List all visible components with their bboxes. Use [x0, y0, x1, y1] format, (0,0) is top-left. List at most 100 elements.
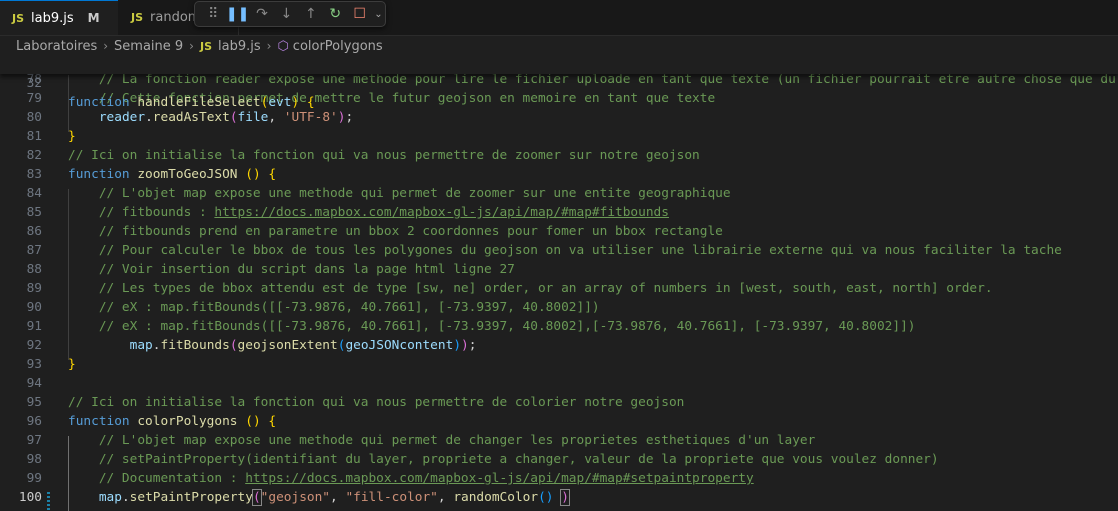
code-token: "fill-color" [345, 490, 438, 505]
code-token: // L'objet map expose une methode qui pe… [68, 433, 816, 448]
code-token: evt [268, 95, 292, 110]
tab-lab9-js[interactable]: JS lab9.js M [0, 0, 118, 35]
code-line[interactable]: 87 // Pour calculer le bbox de tous les … [0, 241, 1118, 260]
pause-icon[interactable]: ❚❚ [225, 6, 249, 22]
restart-icon[interactable]: ↻ [323, 6, 347, 22]
code-token: 'UTF-8' [283, 110, 338, 125]
code-text: // eX : map.fitBounds([[-73.9876, 40.766… [68, 298, 600, 317]
code-line[interactable]: 90 // eX : map.fitBounds([[-73.9876, 40.… [0, 298, 1118, 317]
code-line[interactable]: 96 function colorPolygons () { [0, 412, 1118, 431]
line-number: 94 [26, 376, 42, 391]
code-line[interactable]: 95 // Ici on initialise la fonction qui v… [0, 393, 1118, 412]
code-text: // Ici on initialise la fonction qui va … [68, 146, 700, 165]
code-text: function colorPolygons () { [68, 412, 276, 431]
code-token: // Voir insertion du script dans la page… [68, 262, 515, 277]
code-editor[interactable]: 32 function handleFileSelect(evt) { 78 /… [0, 55, 1118, 511]
code-line[interactable]: 81} [0, 127, 1118, 146]
step-into-icon[interactable]: ↓ [274, 6, 298, 22]
code-token: // Documentation : [68, 471, 246, 486]
code-line[interactable]: 91 // eX : map.fitBounds([[-73.9876, 40.… [0, 317, 1118, 336]
code-token: geojsonExtent [237, 338, 338, 353]
code-token: . [121, 490, 130, 505]
code-token: function [68, 167, 138, 182]
code-token: function [68, 414, 138, 429]
code-token: // Ici on initialise la fonction qui va … [68, 148, 700, 163]
code-line[interactable]: 99 // Documentation : https://docs.mapbo… [0, 469, 1118, 488]
stop-icon[interactable]: ☐ [347, 6, 371, 22]
line-number: 93 [26, 357, 42, 372]
line-number: 85 [26, 205, 42, 220]
code-token: () [538, 490, 554, 505]
line-number: 99 [26, 471, 42, 486]
code-token: // L'objet map expose une methode qui pe… [68, 186, 731, 201]
chevron-right-icon: › [266, 39, 272, 53]
line-number: 91 [26, 319, 42, 334]
chevron-down-icon[interactable]: ⌄ [372, 9, 385, 20]
code-text: // Documentation : https://docs.mapbox.c… [68, 469, 754, 488]
step-over-icon[interactable]: ↷ [250, 6, 274, 22]
breadcrumb-item[interactable]: lab9.js [218, 39, 261, 54]
code-token: , [330, 490, 346, 505]
breadcrumb-item[interactable]: Semaine 9 [114, 39, 183, 54]
debug-toolbar: ⠿ ❚❚ ↷ ↓ ↑ ↻ ☐ ⌄ [194, 1, 386, 27]
js-icon: JS [131, 11, 144, 24]
breadcrumb: Laboratoires › Semaine 9 › JS lab9.js › ⬡ col… [16, 36, 383, 56]
tab-label: lab9.js [31, 10, 74, 26]
code-token: randomColor [453, 490, 539, 505]
gripper-icon[interactable]: ⠿ [201, 6, 225, 22]
code-token: () [245, 167, 261, 182]
code-token: // Ici on initialise la fonction qui va … [68, 395, 685, 410]
code-token: } [68, 129, 76, 144]
code-token: geoJSONcontent [345, 338, 454, 353]
code-token: // Pour calculer le bbox de tous les pol… [68, 243, 1062, 258]
code-text: map.setPaintProperty("geojson", "fill-co… [68, 488, 570, 507]
code-text: // fitbounds : https://docs.mapbox.com/m… [68, 203, 669, 222]
code-text: // Pour calculer le bbox de tous les pol… [68, 241, 1062, 260]
code-token: , [437, 490, 454, 505]
code-token: , [268, 110, 284, 125]
code-token: handleFileSelect [137, 95, 261, 110]
sticky-scroll-line[interactable]: 32 function handleFileSelect(evt) { [0, 55, 1118, 110]
code-token: reader [98, 110, 146, 125]
line-number: 98 [26, 452, 42, 467]
line-number: 88 [26, 262, 42, 277]
code-token: colorPolygons [137, 414, 238, 429]
code-line[interactable]: 97 // L'objet map expose une methode qui… [0, 431, 1118, 450]
js-icon: JS [12, 11, 25, 25]
code-line[interactable]: 100 map.setPaintProperty("geojson", "fil… [0, 488, 1118, 507]
step-out-icon[interactable]: ↑ [299, 6, 323, 22]
code-token: map [98, 490, 122, 505]
breadcrumb-item[interactable]: Laboratoires [16, 39, 97, 54]
code-line[interactable]: 98 // setPaintProperty(identifiant du la… [0, 450, 1118, 469]
chevron-right-icon: › [103, 39, 109, 53]
line-number: 83 [26, 167, 42, 182]
code-token: setPaintProperty [129, 490, 253, 505]
code-line[interactable]: 88 // Voir insertion du script dans la p… [0, 260, 1118, 279]
code-line[interactable]: 94 [0, 374, 1118, 393]
code-line[interactable]: 85 // fitbounds : https://docs.mapbox.co… [0, 203, 1118, 222]
code-line[interactable]: 93} [0, 355, 1118, 374]
code-line[interactable]: 83 function zoomToGeoJSON () { [0, 165, 1118, 184]
line-number: 95 [26, 395, 42, 410]
line-number: 84 [26, 186, 42, 201]
tab-bar: JS lab9.js M JS randomColor.js ⠿ ❚❚ ↷ ↓ … [0, 0, 1118, 36]
code-token: ; [345, 110, 354, 125]
code-token: // setPaintProperty(identifiant du layer… [68, 452, 939, 467]
code-token: ; [468, 338, 477, 353]
code-text: map.fitBounds(geojsonExtent(geoJSONconte… [68, 336, 477, 355]
line-number: 86 [26, 224, 42, 239]
code-line[interactable]: 84 // L'objet map expose une methode qui… [0, 184, 1118, 203]
code-line[interactable]: 89 // Les types de bbox attendu est de t… [0, 279, 1118, 298]
code-line[interactable]: 92 map.fitBounds(geojsonExtent(geoJSONco… [0, 336, 1118, 355]
code-line[interactable]: 86 // fitbounds prend en parametre un bb… [0, 222, 1118, 241]
line-number: 82 [26, 148, 42, 163]
breadcrumb-item[interactable]: colorPolygons [293, 39, 383, 54]
code-token: https://docs.mapbox.com/mapbox-gl-js/api… [245, 471, 754, 486]
code-line[interactable]: 82 // Ici on initialise la fonction qui v… [0, 146, 1118, 165]
code-token: // eX : map.fitBounds([[-73.9876, 40.766… [68, 319, 916, 334]
code-token: } [68, 357, 76, 372]
code-token: ) [453, 338, 462, 353]
